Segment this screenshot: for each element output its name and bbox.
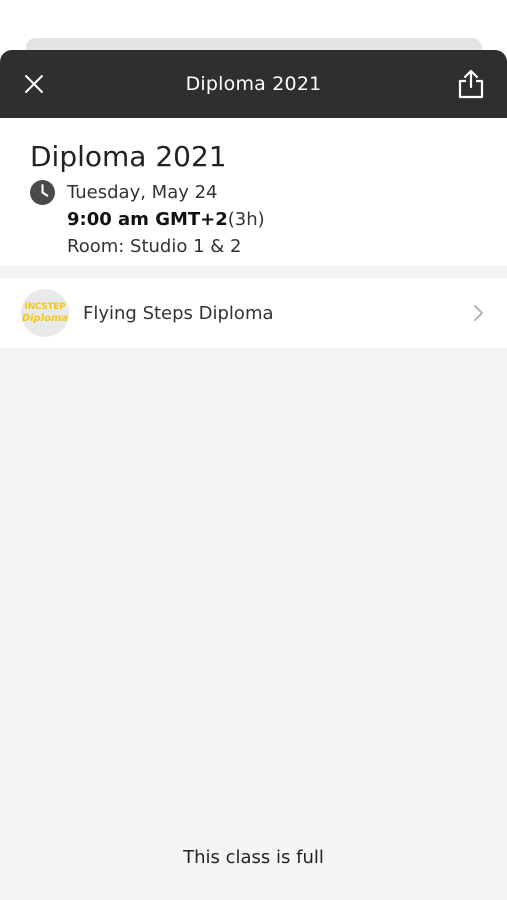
class-room: Room: Studio 1 & 2 xyxy=(67,236,242,257)
class-detail-sheet: Diploma 2021 Diploma 2021 Tuesday, May 2… xyxy=(0,50,507,900)
top-bar-title: Diploma 2021 xyxy=(185,73,322,95)
close-button[interactable] xyxy=(16,66,52,102)
event-name: Flying Steps Diploma xyxy=(83,302,274,324)
schedule-block: Tuesday, May 24 9:00 am GMT+2(3h) Room: … xyxy=(30,179,477,260)
clock-icon xyxy=(30,180,55,205)
class-time-row: 9:00 am GMT+2(3h) xyxy=(67,206,265,233)
class-full-message: This class is full xyxy=(183,847,324,868)
close-icon xyxy=(25,75,43,93)
class-duration: (3h) xyxy=(227,209,265,230)
divider xyxy=(0,266,507,278)
event-logo: INCSTEP Diploma xyxy=(21,289,69,337)
class-date: Tuesday, May 24 xyxy=(67,182,218,203)
event-list-item[interactable]: INCSTEP Diploma Flying Steps Diploma xyxy=(0,278,507,348)
chevron-right-icon xyxy=(474,305,483,321)
top-bar: Diploma 2021 xyxy=(0,50,507,118)
class-title: Diploma 2021 xyxy=(30,140,227,173)
share-icon xyxy=(458,69,484,99)
class-info: Diploma 2021 Tuesday, May 24 9:00 am GMT… xyxy=(0,118,507,266)
class-time: 9:00 am GMT+2 xyxy=(67,209,228,230)
share-button[interactable] xyxy=(453,64,489,104)
